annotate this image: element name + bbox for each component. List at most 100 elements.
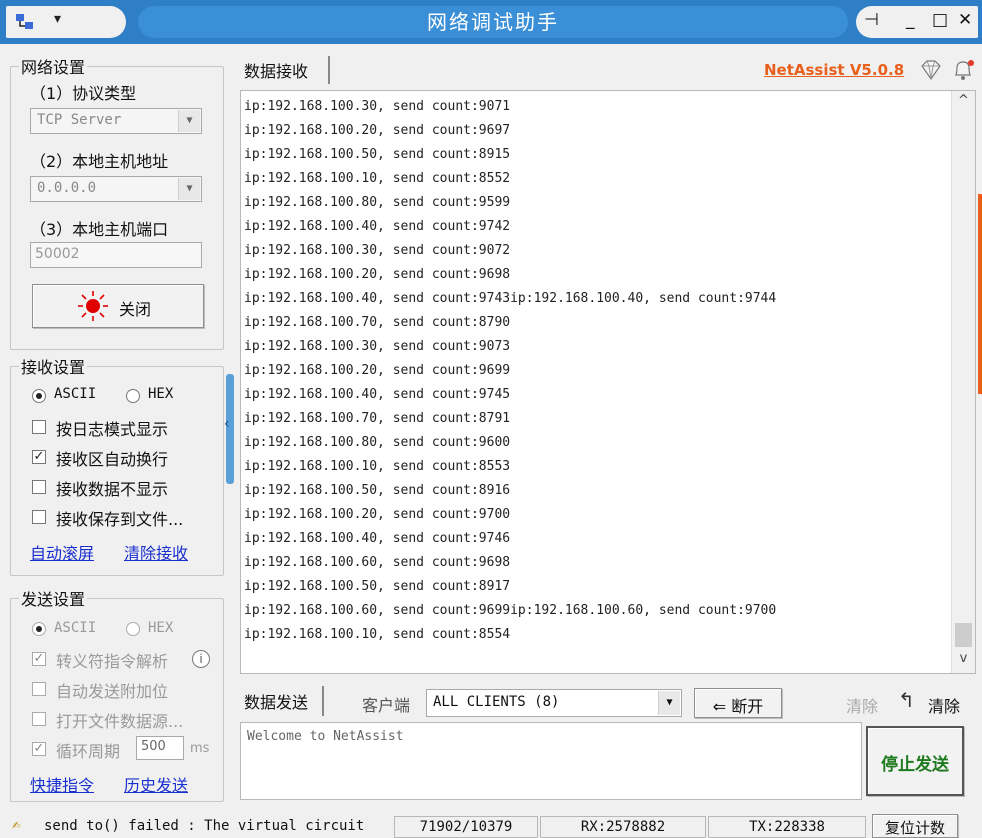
send-hex-radio[interactable] bbox=[126, 622, 140, 636]
port-label: （3）本地主机端口 bbox=[30, 220, 169, 239]
receive-line: ip:192.168.100.70, send count:8791 bbox=[244, 411, 511, 426]
close-icon[interactable]: ✕ bbox=[958, 10, 972, 30]
auto-wrap-checkbox[interactable]: ✓ bbox=[32, 450, 46, 464]
log-mode-checkbox[interactable] bbox=[32, 420, 46, 434]
log-mode-label: 按日志模式显示 bbox=[56, 420, 169, 439]
pin-icon[interactable]: ⊣ bbox=[864, 10, 879, 30]
bell-icon[interactable] bbox=[950, 58, 976, 82]
send-ascii-radio[interactable] bbox=[32, 622, 46, 636]
receive-ascii-radio[interactable] bbox=[32, 389, 46, 403]
status-counts: 71902/10379 bbox=[394, 816, 538, 838]
client-select[interactable]: ALL CLIENTS (8) ▼ bbox=[426, 689, 682, 717]
maximize-icon[interactable]: □ bbox=[932, 10, 948, 30]
host-select[interactable]: 0.0.0.0 ▼ bbox=[30, 176, 202, 202]
save-to-file-checkbox[interactable] bbox=[32, 510, 46, 524]
save-to-file-label: 接收保存到文件... bbox=[56, 510, 184, 529]
close-connection-button[interactable]: 关闭 bbox=[32, 284, 204, 328]
scroll-down-icon[interactable]: v bbox=[952, 651, 975, 671]
title-bar: ▾ 网络调试助手 ⊣ _ □ ✕ bbox=[0, 0, 982, 44]
receive-scrollbar[interactable]: ^ v bbox=[951, 91, 975, 673]
receive-line: ip:192.168.100.40, send count:9746 bbox=[244, 531, 511, 546]
auto-wrap-label: 接收区自动换行 bbox=[56, 450, 169, 469]
network-app-icon bbox=[16, 14, 33, 29]
status-tx: TX:228338 bbox=[708, 816, 866, 838]
scroll-up-icon[interactable]: ^ bbox=[952, 93, 975, 113]
receive-line: ip:192.168.100.50, send count:8917 bbox=[244, 579, 511, 594]
status-icon: ✍ bbox=[12, 817, 21, 833]
chevron-down-icon: ▾ bbox=[54, 11, 62, 27]
receive-lines: ip:192.168.100.30, send count:9071 ip:192… bbox=[244, 95, 776, 647]
send-ascii-label: ASCII bbox=[54, 620, 97, 636]
receive-line: ip:192.168.100.20, send count:9700 bbox=[244, 507, 511, 522]
cycle-input[interactable]: 500 bbox=[136, 736, 184, 760]
status-message: send to() failed : The virtual circuit bbox=[44, 818, 365, 834]
window-title: 网络调试助手 bbox=[138, 6, 848, 38]
clear-send-button[interactable]: 清除 bbox=[928, 693, 960, 717]
file-source-label: 打开文件数据源... bbox=[56, 712, 184, 731]
window-controls: ⊣ _ □ ✕ bbox=[856, 6, 978, 38]
chevron-down-icon[interactable]: ▼ bbox=[658, 691, 680, 715]
hide-data-label: 接收数据不显示 bbox=[56, 480, 169, 499]
receive-line: ip:192.168.100.80, send count:9600 bbox=[244, 435, 511, 450]
stop-send-button[interactable]: 停止发送 bbox=[866, 726, 964, 796]
cycle-checkbox[interactable]: ✓ bbox=[32, 742, 46, 756]
info-icon[interactable]: i bbox=[192, 650, 210, 668]
receive-line: ip:192.168.100.40, send count:9742 bbox=[244, 219, 511, 234]
gem-icon[interactable] bbox=[918, 58, 944, 82]
client-value: ALL CLIENTS (8) bbox=[433, 694, 560, 710]
cycle-unit: ms bbox=[190, 741, 210, 756]
port-input[interactable]: 50002 bbox=[30, 242, 202, 268]
protocol-select[interactable]: TCP Server ▼ bbox=[30, 108, 202, 134]
send-hex-label: HEX bbox=[148, 620, 174, 636]
receive-line: ip:192.168.100.70, send count:8790 bbox=[244, 315, 511, 330]
auto-append-checkbox[interactable] bbox=[32, 682, 46, 696]
receive-line: ip:192.168.100.20, send count:9698 bbox=[244, 267, 511, 282]
orange-edge bbox=[978, 194, 982, 394]
file-source-checkbox[interactable] bbox=[32, 712, 46, 726]
disconnect-button[interactable]: ⇐ 断开 bbox=[694, 688, 782, 718]
network-settings-title: 网络设置 bbox=[21, 58, 86, 77]
receive-hex-radio[interactable] bbox=[126, 389, 140, 403]
hide-data-checkbox[interactable] bbox=[32, 480, 46, 494]
tab-send[interactable]: 数据发送 bbox=[240, 686, 324, 716]
receive-line: ip:192.168.100.20, send count:9699 bbox=[244, 363, 511, 378]
clear-dim-label[interactable]: 清除 bbox=[846, 693, 878, 717]
receive-line: ip:192.168.100.20, send count:9697 bbox=[244, 123, 511, 138]
scroll-thumb[interactable] bbox=[955, 623, 972, 647]
send-history-link[interactable]: 历史发送 bbox=[124, 772, 188, 796]
reset-count-button[interactable]: 复位计数 bbox=[872, 814, 958, 838]
escape-parse-label: 转义符指令解析 bbox=[56, 652, 169, 671]
send-text-area[interactable]: Welcome to NetAssist bbox=[240, 722, 862, 800]
status-rx: RX:2578882 bbox=[540, 816, 706, 838]
chevron-left-icon[interactable]: ‹ bbox=[224, 416, 230, 432]
receive-ascii-label: ASCII bbox=[54, 386, 97, 402]
cycle-label: 循环周期 bbox=[56, 742, 121, 761]
led-icon bbox=[78, 291, 108, 321]
host-value: 0.0.0.0 bbox=[37, 180, 97, 196]
status-bar: ✍ send to() failed : The virtual circuit… bbox=[0, 814, 982, 838]
protocol-label: （1）协议类型 bbox=[30, 84, 137, 103]
receive-line: ip:192.168.100.80, send count:9599 bbox=[244, 195, 511, 210]
clear-arrow-icon[interactable]: ↰ bbox=[898, 688, 915, 712]
system-menu[interactable]: ▾ bbox=[6, 6, 126, 38]
send-settings-title: 发送设置 bbox=[21, 590, 86, 609]
auto-scroll-link[interactable]: 自动滚屏 bbox=[30, 540, 94, 564]
receive-text-area[interactable]: ip:192.168.100.30, send count:9071 ip:192… bbox=[240, 90, 976, 674]
chevron-down-icon[interactable]: ▼ bbox=[178, 110, 200, 132]
receive-line: ip:192.168.100.10, send count:8553 bbox=[244, 459, 511, 474]
receive-line: ip:192.168.100.60, send count:9698 bbox=[244, 555, 511, 570]
minimize-icon[interactable]: _ bbox=[906, 10, 915, 30]
shortcut-commands-link[interactable]: 快捷指令 bbox=[30, 772, 94, 796]
host-label: （2）本地主机地址 bbox=[30, 152, 169, 171]
escape-parse-checkbox[interactable]: ✓ bbox=[32, 652, 46, 666]
receive-line: ip:192.168.100.50, send count:8915 bbox=[244, 147, 511, 162]
client-label: 客户端 bbox=[362, 696, 411, 715]
protocol-value: TCP Server bbox=[37, 112, 122, 128]
chevron-down-icon[interactable]: ▼ bbox=[178, 178, 200, 200]
brand-link[interactable]: NetAssist V5.0.8 bbox=[764, 61, 904, 79]
close-button-label: 关闭 bbox=[119, 300, 152, 319]
tab-receive[interactable]: 数据接收 bbox=[240, 56, 330, 84]
receive-hex-label: HEX bbox=[148, 386, 174, 402]
clear-receive-link[interactable]: 清除接收 bbox=[124, 540, 188, 564]
receive-line: ip:192.168.100.30, send count:9072 bbox=[244, 243, 511, 258]
